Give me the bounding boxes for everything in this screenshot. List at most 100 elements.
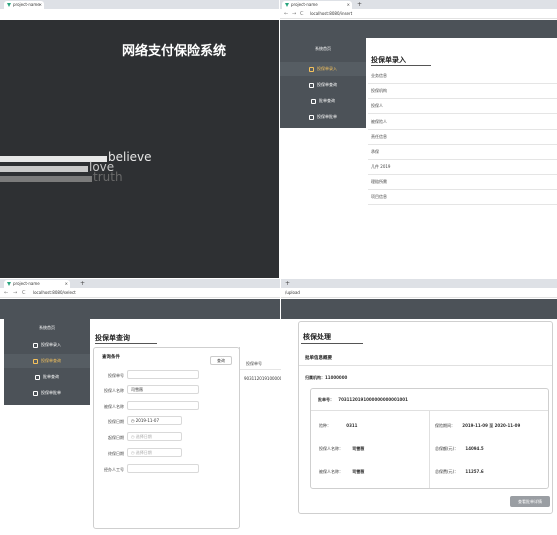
tab-close-icon[interactable]: × — [39, 1, 42, 9]
section-title: 批单信息概要 — [305, 356, 332, 361]
sidebar-item-endorsement-query[interactable]: 批单查询 — [280, 94, 366, 108]
field-label: 经办人工号 — [104, 467, 124, 472]
sidebar-item-entry[interactable]: 投保单录入 — [280, 62, 366, 76]
end-date-input[interactable]: ◷ 选择日期 — [127, 448, 182, 457]
document-icon — [309, 66, 314, 72]
query-button[interactable]: 查询 — [210, 356, 232, 365]
applicant-name-input[interactable]: 司雪薇 — [127, 385, 199, 394]
form-row[interactable]: 投保机构 — [368, 84, 557, 99]
tab-close-icon[interactable]: × — [65, 280, 68, 288]
period-label: 保险期间： — [435, 423, 455, 428]
form-row[interactable]: 责任信息 — [368, 130, 557, 145]
insured-value: 司雪薇 — [352, 469, 365, 474]
start-date-input[interactable]: ◷ 选择日期 — [127, 432, 182, 441]
sidebar-item-endorsement[interactable]: 投保单批单 — [280, 110, 366, 124]
sidebar-item-endorsement-query[interactable]: 批单查询 — [4, 370, 90, 384]
title-underline — [95, 343, 157, 344]
column-divider — [429, 411, 430, 488]
card-title: 查询条件 — [102, 355, 120, 360]
forward-icon[interactable]: → — [13, 289, 17, 297]
query-window: project-name × + ← → C localhost:8080/se… — [0, 279, 281, 535]
app-header — [281, 299, 557, 319]
result-table: 投保单号 9031120191000000 — [239, 347, 281, 527]
new-tab-button[interactable]: + — [357, 0, 362, 9]
browser-tab[interactable]: project-name × — [282, 1, 352, 9]
url-input[interactable]: /upload — [285, 289, 300, 297]
sidebar: 系统首页 投保单录入 投保单查询 批单查询 投保单批单 — [280, 38, 366, 128]
org-row: 归属机构：11000000 — [305, 375, 347, 381]
word-truth: truth — [93, 170, 123, 184]
forward-icon[interactable]: → — [292, 10, 296, 18]
browser-tab[interactable]: project-name × — [4, 1, 44, 9]
field-label: 投保单号 — [108, 373, 124, 378]
sidebar-item-label: 批单查询 — [319, 98, 335, 103]
vue-logo-icon — [7, 3, 11, 7]
tab-close-icon[interactable]: × — [347, 1, 350, 9]
title-underline — [371, 65, 431, 66]
risk-value: 0311 — [346, 423, 358, 428]
sidebar-item-query[interactable]: 投保单查询 — [280, 78, 366, 92]
sidebar-item-label: 批单查询 — [43, 374, 59, 379]
tab-title: project-name — [13, 281, 40, 286]
back-icon[interactable]: ← — [284, 10, 288, 18]
login-background: 网络支付保险系统 believe love truth — [0, 20, 279, 278]
tab-bar: project-name × — [0, 0, 279, 9]
document-icon — [33, 342, 38, 348]
apply-date-input[interactable]: ◷ 2019-11-07 — [127, 416, 182, 425]
form-row[interactable]: 被保险人 — [368, 115, 557, 130]
form-row[interactable]: 理赔所需 — [368, 175, 557, 190]
amount-label: 总保额(元)： — [435, 446, 459, 451]
field-label: 起保日期 — [108, 435, 124, 440]
browser-tab[interactable]: project-name × — [4, 280, 70, 288]
form-row[interactable]: 承保 — [368, 145, 557, 160]
tab-title: project-name — [291, 2, 318, 7]
form-row[interactable]: 业务信息 — [368, 69, 557, 84]
holder-value: 司雪薇 — [352, 446, 365, 451]
page-title: 投保单录入 — [371, 56, 406, 64]
url-input[interactable]: localhost:8080/insert — [310, 10, 352, 18]
table-cell[interactable]: 9031120191000000 — [244, 376, 281, 381]
sidebar-item-label: 投保单查询 — [41, 358, 61, 363]
section-divider — [299, 365, 552, 366]
sidebar-item-label: 投保单查询 — [317, 82, 337, 87]
insured-name-input[interactable] — [127, 401, 199, 410]
sidebar-home[interactable]: 系统首页 — [280, 46, 366, 52]
login-window: project-name × 网络支付保险系统 believe love tru… — [0, 0, 279, 278]
reload-icon[interactable]: C — [22, 289, 26, 297]
document-icon — [33, 358, 38, 364]
back-icon[interactable]: ← — [4, 289, 8, 297]
title-underline — [301, 343, 363, 344]
sidebar-item-entry[interactable]: 投保单录入 — [4, 338, 90, 352]
sidebar-home[interactable]: 系统首页 — [4, 325, 90, 331]
vue-logo-icon — [7, 282, 11, 286]
org-label: 归属机构： — [305, 375, 325, 380]
new-tab-button[interactable]: + — [285, 279, 290, 288]
form-row[interactable]: 几件 2019 — [368, 160, 557, 175]
sidebar-item-query[interactable]: 投保单查询 — [4, 354, 90, 368]
sidebar-item-label: 投保单录入 — [41, 342, 61, 347]
query-card: 查询条件 查询 投保单号 投保人名称 司雪薇 被保人名称 投保日期 ◷ 2019… — [93, 347, 240, 529]
sidebar-item-endorsement[interactable]: 投保单批单 — [4, 386, 90, 400]
endorsement-no-label: 批单号： — [318, 397, 334, 402]
endorsement-no-row: 批单号： 7031120191000000000001001 — [318, 397, 408, 403]
system-title: 网络支付保险系统 — [122, 44, 227, 59]
url-input[interactable]: localhost:8080/select — [33, 289, 76, 297]
insured-row: 被保人名称： 司雪薇 — [319, 469, 364, 475]
field-label: 终保日期 — [108, 451, 124, 456]
field-label: 投保日期 — [108, 419, 124, 424]
view-detail-button[interactable]: 查看批单详情 — [510, 496, 550, 507]
entry-window: project-name × + ← → C localhost:8080/in… — [280, 0, 557, 278]
risk-label: 险种： — [319, 423, 331, 428]
insured-label: 被保人名称： — [319, 469, 343, 474]
reload-icon[interactable]: C — [300, 10, 304, 18]
page-title: 投保单查询 — [95, 334, 130, 342]
entry-form: 业务信息 投保机构 投保人 被保险人 责任信息 承保 几件 2019 理赔所需 … — [368, 69, 557, 209]
document-icon — [33, 390, 38, 396]
policy-no-input[interactable] — [127, 370, 199, 379]
org-value: 11000000 — [325, 375, 348, 380]
new-tab-button[interactable]: + — [80, 279, 85, 288]
form-row[interactable]: 投保人 — [368, 99, 557, 114]
operator-id-input[interactable] — [127, 464, 199, 473]
document-icon — [309, 114, 314, 120]
form-row[interactable]: 项目信息 — [368, 190, 557, 205]
